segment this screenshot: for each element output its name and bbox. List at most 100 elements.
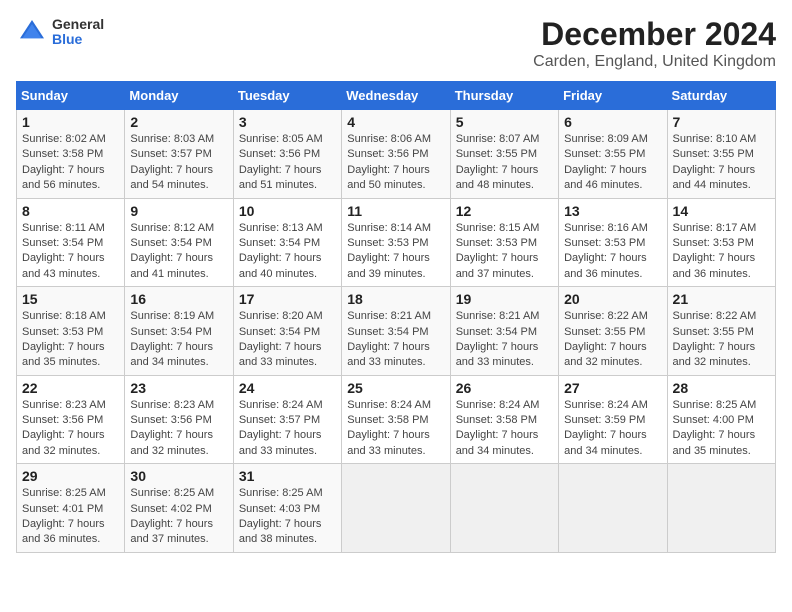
calendar-week-row: 29 Sunrise: 8:25 AMSunset: 4:01 PMDayligh… [17, 464, 776, 553]
cell-details: Sunrise: 8:24 AMSunset: 3:57 PMDaylight:… [239, 398, 336, 460]
day-number: 3 [239, 114, 336, 130]
day-number: 23 [130, 380, 227, 396]
column-header-friday: Friday [559, 82, 667, 110]
calendar-cell: 28 Sunrise: 8:25 AMSunset: 4:00 PMDayligh… [667, 375, 775, 464]
calendar-cell: 5 Sunrise: 8:07 AMSunset: 3:55 PMDaylight… [450, 110, 558, 199]
calendar-cell: 19Sunrise: 8:21 AMSunset: 3:54 PMDayligh… [450, 287, 558, 376]
day-number: 25 [347, 380, 444, 396]
calendar-table: SundayMondayTuesdayWednesdayThursdayFrid… [16, 81, 776, 553]
cell-details: Sunrise: 8:25 AMSunset: 4:01 PMDaylight:… [22, 486, 119, 548]
calendar-cell: 23 Sunrise: 8:23 AMSunset: 3:56 PMDayligh… [125, 375, 233, 464]
day-number: 14 [673, 203, 770, 219]
day-number: 5 [456, 114, 553, 130]
calendar-cell: 14 Sunrise: 8:17 AMSunset: 3:53 PMDayligh… [667, 198, 775, 287]
calendar-cell: 2 Sunrise: 8:03 AMSunset: 3:57 PMDaylight… [125, 110, 233, 199]
calendar-cell: 11Sunrise: 8:14 AMSunset: 3:53 PMDayligh… [342, 198, 450, 287]
page-title: December 2024 [533, 16, 776, 53]
calendar-cell: 3 Sunrise: 8:05 AMSunset: 3:56 PMDaylight… [233, 110, 341, 199]
calendar-cell [559, 464, 667, 553]
calendar-cell: 16Sunrise: 8:19 AMSunset: 3:54 PMDayligh… [125, 287, 233, 376]
day-number: 29 [22, 468, 119, 484]
cell-details: Sunrise: 8:09 AMSunset: 3:55 PMDaylight:… [564, 132, 661, 194]
day-number: 20 [564, 291, 661, 307]
cell-details: Sunrise: 8:18 AMSunset: 3:53 PMDaylight:… [22, 309, 119, 371]
logo: General Blue [16, 16, 104, 48]
cell-details: Sunrise: 8:02 AMSunset: 3:58 PMDaylight:… [22, 132, 119, 194]
calendar-cell: 21 Sunrise: 8:22 AMSunset: 3:55 PMDayligh… [667, 287, 775, 376]
cell-details: Sunrise: 8:19 AMSunset: 3:54 PMDaylight:… [130, 309, 227, 371]
day-number: 19 [456, 291, 553, 307]
page-subtitle: Carden, England, United Kingdom [533, 53, 776, 71]
cell-details: Sunrise: 8:07 AMSunset: 3:55 PMDaylight:… [456, 132, 553, 194]
column-header-monday: Monday [125, 82, 233, 110]
day-number: 1 [22, 114, 119, 130]
logo-general: General [52, 17, 104, 32]
cell-details: Sunrise: 8:25 AMSunset: 4:02 PMDaylight:… [130, 486, 227, 548]
cell-details: Sunrise: 8:05 AMSunset: 3:56 PMDaylight:… [239, 132, 336, 194]
day-number: 31 [239, 468, 336, 484]
cell-details: Sunrise: 8:24 AMSunset: 3:58 PMDaylight:… [456, 398, 553, 460]
day-number: 21 [673, 291, 770, 307]
day-number: 24 [239, 380, 336, 396]
calendar-cell: 9Sunrise: 8:12 AMSunset: 3:54 PMDaylight… [125, 198, 233, 287]
calendar-cell: 20 Sunrise: 8:22 AMSunset: 3:55 PMDayligh… [559, 287, 667, 376]
cell-details: Sunrise: 8:17 AMSunset: 3:53 PMDaylight:… [673, 221, 770, 283]
calendar-cell: 29 Sunrise: 8:25 AMSunset: 4:01 PMDayligh… [17, 464, 125, 553]
column-header-thursday: Thursday [450, 82, 558, 110]
day-number: 10 [239, 203, 336, 219]
day-number: 8 [22, 203, 119, 219]
cell-details: Sunrise: 8:13 AMSunset: 3:54 PMDaylight:… [239, 221, 336, 283]
cell-details: Sunrise: 8:10 AMSunset: 3:55 PMDaylight:… [673, 132, 770, 194]
logo-blue: Blue [52, 32, 104, 47]
day-number: 2 [130, 114, 227, 130]
cell-details: Sunrise: 8:20 AMSunset: 3:54 PMDaylight:… [239, 309, 336, 371]
cell-details: Sunrise: 8:12 AMSunset: 3:54 PMDaylight:… [130, 221, 227, 283]
column-header-wednesday: Wednesday [342, 82, 450, 110]
calendar-cell: 27 Sunrise: 8:24 AMSunset: 3:59 PMDayligh… [559, 375, 667, 464]
day-number: 15 [22, 291, 119, 307]
cell-details: Sunrise: 8:24 AMSunset: 3:59 PMDaylight:… [564, 398, 661, 460]
calendar-cell [342, 464, 450, 553]
day-number: 28 [673, 380, 770, 396]
cell-details: Sunrise: 8:11 AMSunset: 3:54 PMDaylight:… [22, 221, 119, 283]
day-number: 17 [239, 291, 336, 307]
cell-details: Sunrise: 8:25 AMSunset: 4:00 PMDaylight:… [673, 398, 770, 460]
calendar-week-row: 8 Sunrise: 8:11 AMSunset: 3:54 PMDaylight… [17, 198, 776, 287]
calendar-cell: 17 Sunrise: 8:20 AMSunset: 3:54 PMDayligh… [233, 287, 341, 376]
calendar-week-row: 22 Sunrise: 8:23 AMSunset: 3:56 PMDayligh… [17, 375, 776, 464]
calendar-cell: 30 Sunrise: 8:25 AMSunset: 4:02 PMDayligh… [125, 464, 233, 553]
day-number: 22 [22, 380, 119, 396]
day-number: 6 [564, 114, 661, 130]
day-number: 7 [673, 114, 770, 130]
day-number: 26 [456, 380, 553, 396]
calendar-cell: 8 Sunrise: 8:11 AMSunset: 3:54 PMDaylight… [17, 198, 125, 287]
column-header-tuesday: Tuesday [233, 82, 341, 110]
day-number: 18 [347, 291, 444, 307]
column-header-sunday: Sunday [17, 82, 125, 110]
cell-details: Sunrise: 8:23 AMSunset: 3:56 PMDaylight:… [130, 398, 227, 460]
calendar-cell: 18 Sunrise: 8:21 AMSunset: 3:54 PMDayligh… [342, 287, 450, 376]
calendar-cell: 25 Sunrise: 8:24 AMSunset: 3:58 PMDayligh… [342, 375, 450, 464]
day-number: 12 [456, 203, 553, 219]
calendar-cell: 15 Sunrise: 8:18 AMSunset: 3:53 PMDayligh… [17, 287, 125, 376]
day-number: 13 [564, 203, 661, 219]
cell-details: Sunrise: 8:03 AMSunset: 3:57 PMDaylight:… [130, 132, 227, 194]
cell-details: Sunrise: 8:22 AMSunset: 3:55 PMDaylight:… [564, 309, 661, 371]
calendar-cell: 1 Sunrise: 8:02 AMSunset: 3:58 PMDaylight… [17, 110, 125, 199]
cell-details: Sunrise: 8:22 AMSunset: 3:55 PMDaylight:… [673, 309, 770, 371]
day-number: 30 [130, 468, 227, 484]
cell-details: Sunrise: 8:24 AMSunset: 3:58 PMDaylight:… [347, 398, 444, 460]
cell-details: Sunrise: 8:23 AMSunset: 3:56 PMDaylight:… [22, 398, 119, 460]
calendar-body: 1 Sunrise: 8:02 AMSunset: 3:58 PMDaylight… [17, 110, 776, 553]
logo-text: General Blue [52, 17, 104, 48]
cell-details: Sunrise: 8:21 AMSunset: 3:54 PMDaylight:… [347, 309, 444, 371]
column-header-saturday: Saturday [667, 82, 775, 110]
day-number: 27 [564, 380, 661, 396]
title-block: December 2024 Carden, England, United Ki… [533, 16, 776, 71]
cell-details: Sunrise: 8:06 AMSunset: 3:56 PMDaylight:… [347, 132, 444, 194]
calendar-cell: 22 Sunrise: 8:23 AMSunset: 3:56 PMDayligh… [17, 375, 125, 464]
day-number: 4 [347, 114, 444, 130]
calendar-cell [667, 464, 775, 553]
calendar-cell: 26 Sunrise: 8:24 AMSunset: 3:58 PMDayligh… [450, 375, 558, 464]
logo-icon [16, 16, 48, 48]
